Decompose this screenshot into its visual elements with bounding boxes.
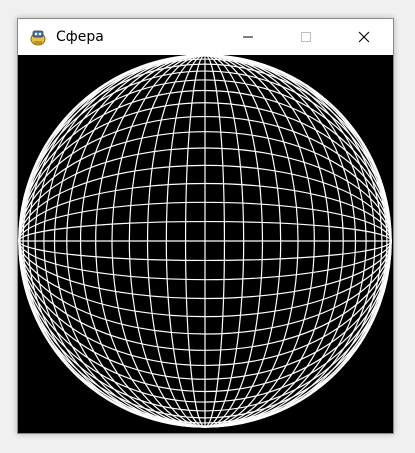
wireframe-sphere [18,54,392,428]
app-window: Сфера [17,18,394,434]
minimize-button[interactable] [219,19,277,55]
close-button[interactable] [335,19,393,55]
render-canvas [18,54,393,433]
minimize-icon [243,36,253,38]
pygame-snake-icon [27,26,49,48]
window-controls [219,19,393,55]
close-icon [358,31,370,43]
window-title: Сфера [56,29,104,45]
title-bar[interactable]: Сфера [18,19,393,55]
maximize-icon [301,32,311,42]
maximize-button[interactable] [277,19,335,55]
